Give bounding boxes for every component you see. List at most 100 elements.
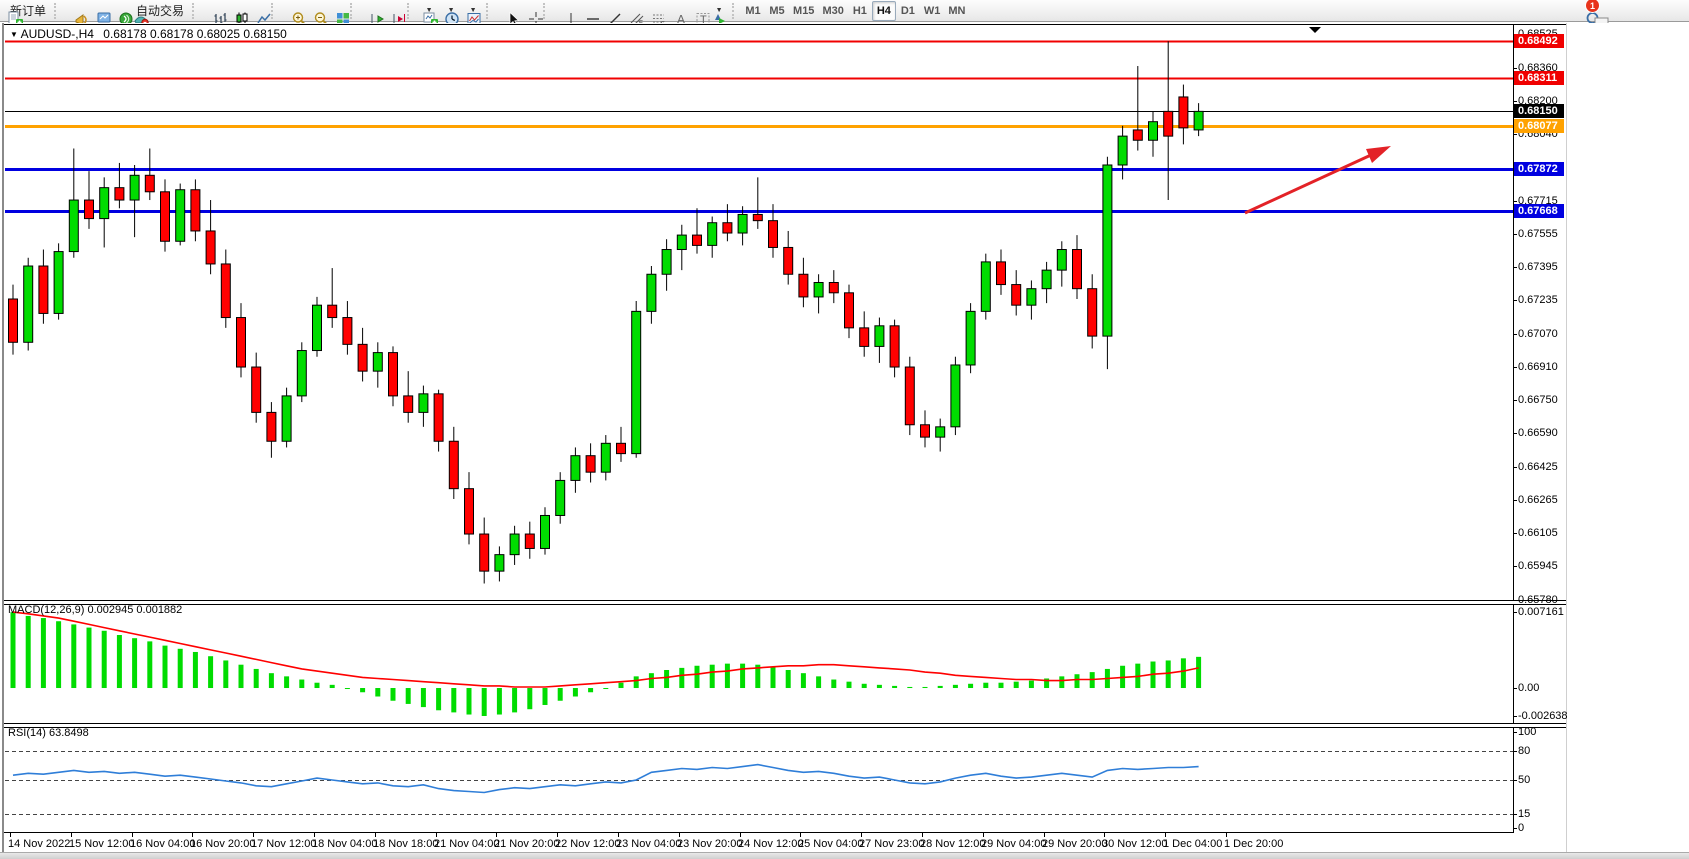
time-tick [71,832,72,837]
time-label: 18 Nov 18:00 [373,838,438,850]
macd-histogram-bar [771,667,776,688]
price-tick: 0.67555 [1518,228,1578,240]
candle-body [1118,136,1127,165]
time-axis-line [4,832,1514,833]
timeframe-d1[interactable]: D1 [896,1,920,21]
candle-body [921,425,930,437]
price-level-badge: 0.68311 [1514,71,1564,85]
horn-button[interactable] [63,1,85,21]
candle-body [465,489,474,534]
macd-histogram-bar [527,688,532,709]
timeframe-m30[interactable]: M30 [818,1,847,21]
macd-histogram-bar [740,664,745,688]
candle-body [1133,130,1142,140]
auto-trading-button[interactable]: 自动交易 [129,1,188,21]
timeframe-w1[interactable]: W1 [920,1,945,21]
time-tick [314,832,315,837]
time-tick [740,832,741,837]
templates-button[interactable]: ▼ [460,1,482,21]
timeframe-mn[interactable]: MN [944,1,969,21]
macd-histogram-bar [406,688,411,704]
rsi-tick: 80 [1518,745,1578,757]
macd-canvas[interactable] [5,603,1513,723]
macd-histogram-bar [451,688,456,712]
time-label: 28 Nov 12:00 [920,838,985,850]
macd-histogram-bar [345,688,350,689]
candle-body [829,283,838,293]
candle-body [85,200,94,219]
macd-histogram-bar [847,682,852,688]
time-tick [1044,832,1045,837]
candle-body [708,223,717,246]
candle-body [814,283,823,297]
candle-body [1057,250,1066,271]
macd-label: MACD(12,26,9) 0.002945 0.001882 [8,604,182,616]
macd-histogram-bar [1059,676,1064,688]
bar-chart-button[interactable] [201,1,223,21]
new-chart-button[interactable]: ▼ [416,1,438,21]
timeframe-m1[interactable]: M1 [741,1,765,21]
vertical-line-button[interactable] [552,1,574,21]
candle-body [799,274,808,297]
price-tick: 0.67070 [1518,328,1578,340]
price-tick: 0.66265 [1518,494,1578,506]
macd-histogram-bar [147,641,152,688]
price-tick: 0.67395 [1518,261,1578,273]
zoom-in-button[interactable] [280,1,302,21]
expand-caret-icon[interactable]: ▼ [10,30,18,39]
main-chart-canvas[interactable] [5,25,1513,600]
time-tick [375,832,376,837]
symbol-period-label: AUDUSD-,H4 [21,27,94,41]
price-tick: 0.66910 [1518,361,1578,373]
price-tick: 0.66750 [1518,394,1578,406]
right-gutter [1566,23,1689,852]
trend-arrow-line[interactable] [1245,155,1371,213]
new-order-button[interactable]: 新订单 [3,1,50,21]
candle-body [130,175,139,200]
macd-histogram-bar [619,683,624,688]
time-label: 22 Nov 12:00 [555,838,620,850]
macd-histogram-bar [679,668,684,688]
macd-histogram-bar [923,687,928,688]
price-level-badge: 0.67668 [1514,204,1564,218]
macd-histogram-bar [512,688,517,712]
candle-body [404,396,413,412]
macd-histogram-bar [41,618,46,688]
candle-body [54,252,63,314]
timeframe-m15[interactable]: M15 [789,1,818,21]
time-label: 15 Nov 12:00 [69,838,134,850]
time-tick [983,832,984,837]
candle-body [328,305,337,317]
macd-histogram-bar [421,688,426,707]
candle-body [617,443,626,453]
auto-scroll-button[interactable] [359,1,381,21]
candle-body [419,394,428,413]
macd-histogram-bar [1075,674,1080,688]
macd-histogram-bar [497,688,502,715]
time-tick [10,832,11,837]
price-tick: 0.65945 [1518,560,1578,572]
candle-body [313,305,322,350]
macd-histogram-bar [208,656,213,688]
rsi-canvas[interactable] [5,726,1513,832]
candle-body [9,299,18,342]
macd-histogram-bar [831,680,836,688]
periods-button[interactable]: ▼ [438,1,460,21]
timeframe-m5[interactable]: M5 [765,1,789,21]
cursor-button[interactable] [495,1,517,21]
shift-marker-icon[interactable] [1309,27,1321,33]
candle-body [434,394,443,441]
timeframe-h4[interactable]: H4 [872,1,896,21]
macd-histogram-bar [725,664,730,688]
toolbar-grip [54,3,59,19]
candle-body [495,555,504,571]
macd-histogram-bar [391,688,396,701]
time-label: 27 Nov 23:00 [859,838,924,850]
candle-body [176,190,185,242]
macd-histogram-bar [786,670,791,688]
timeframe-h1[interactable]: H1 [848,1,872,21]
time-tick [800,832,801,837]
time-label: 29 Nov 04:00 [981,838,1046,850]
macd-histogram-bar [983,683,988,688]
macd-histogram-bar [436,688,441,710]
